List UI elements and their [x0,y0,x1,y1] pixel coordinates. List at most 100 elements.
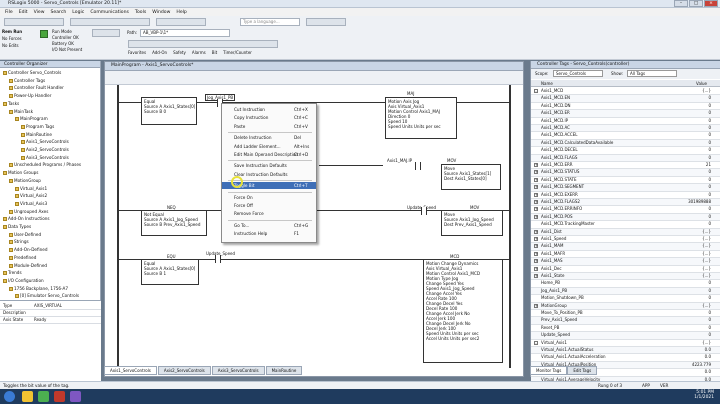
mov-instruction-rung1[interactable]: Move Source Axis1_Jog_Speed Dest Prev_Ax… [441,210,503,236]
context-menu-item[interactable]: Force On [222,194,316,201]
ote-coil[interactable] [421,207,427,215]
expand-icon[interactable]: - [534,340,538,345]
tag-row[interactable]: Axis1_MCD.CalculatedDataAvailable 0 [531,139,720,148]
tag-row[interactable]: + Axis1_MCD.POS 0 [531,213,720,222]
tag-row[interactable]: Move_To_Position_PB 0 [531,310,720,318]
tag-row[interactable]: + MotionGroup {...} [531,302,720,310]
tree-item[interactable]: Add-On Instructions [3,216,50,222]
context-menu-item[interactable]: Edit Main Operand Description Ctrl+D [222,151,316,158]
tag-row[interactable]: + Axis1_MAS {...} [531,258,720,266]
context-menu-item[interactable]: Paste Ctrl+V [222,123,316,130]
tree-item[interactable]: I/O Configuration [3,278,44,284]
tag-row[interactable]: - Virtual_Axis1 {...} [531,340,720,347]
tag-row[interactable]: + Axis1_Dec {...} [531,266,720,273]
maj-ip-contact[interactable] [415,162,421,170]
property-row[interactable]: Description [0,310,101,317]
context-menu-item[interactable]: Cut Instruction Ctrl+X [222,106,316,113]
tag-row[interactable]: Axis1_MCD.AC 0 [531,125,720,133]
controller-buttons[interactable] [92,29,120,37]
tree-item[interactable]: Virtual_Axis1 [15,186,47,192]
tree-item[interactable]: Power-Up Handler [9,93,51,99]
expand-icon[interactable]: + [534,303,538,308]
tree-item[interactable]: Ungrouped Axes [9,209,48,215]
tag-row[interactable]: Axis1_MCD.TrackingMaster 0 [531,221,720,229]
tab-favorites[interactable]: Favorites [128,50,146,55]
expand-icon[interactable]: + [534,192,538,197]
expand-icon[interactable]: + [534,229,538,234]
tab-add-on[interactable]: Add-On [152,50,167,55]
zoom-buttons[interactable] [306,18,346,26]
tab-edit-tags[interactable]: Edit Tags [567,366,598,375]
context-menu-item[interactable]: Remove Force [222,210,316,217]
tree-item[interactable]: MainTask [9,109,33,115]
expand-icon[interactable]: + [534,251,538,256]
language-search-input[interactable]: Type a language... [240,18,300,26]
property-row[interactable]: Axis State Ready [0,317,101,324]
tag-row[interactable]: + Axis1_MCD.SEGMENT 0 [531,184,720,192]
edit-buttons[interactable] [70,18,150,26]
tree-item[interactable]: Controller Servo_Controls [3,70,61,76]
expand-icon[interactable]: + [534,200,538,204]
expand-icon[interactable]: + [534,266,538,271]
tag-row[interactable]: + Axis1_MCD.EXERR 0 [531,192,720,199]
context-menu-item[interactable]: Delete Instruction Del [222,134,316,141]
context-menu-item[interactable]: Instruction Help F1 [222,230,316,237]
tree-item[interactable]: Tasks [3,101,19,107]
expand-icon[interactable]: + [534,274,538,278]
tab-axis3-servo-controls[interactable]: Axis3_ServoControls [211,366,265,375]
context-menu-item[interactable]: Go To... Ctrl+G [222,222,316,229]
tab-timer-counter[interactable]: Timer/Counter [223,50,252,55]
menu-file[interactable]: File [5,10,13,15]
expand-icon[interactable]: + [534,244,538,249]
expand-icon[interactable]: + [534,163,538,167]
tab-axis2-servo-controls[interactable]: Axis2_ServoControls [157,366,211,375]
tag-row[interactable]: Virtual_Axis1.ActualAcceleration 0.0 [531,354,720,362]
menu-help[interactable]: Help [176,10,186,15]
tag-row[interactable]: + Axis1_MCD.ERRINFO 0 [531,206,720,214]
tag-row[interactable]: Axis1_MCD.ER 0 [531,110,720,118]
tag-row[interactable]: Motion_Shutdown_PB 0 [531,295,720,303]
tag-row[interactable]: Home_PB 0 [531,280,720,288]
equ-instruction-rung2[interactable]: Equal Source A Axis1_States[0] Source B … [141,259,199,285]
search-combo[interactable] [156,18,206,26]
instruction-palette[interactable] [128,40,278,48]
menu-window[interactable]: Window [152,10,170,15]
context-menu-item[interactable]: Copy Instruction Ctrl+C [222,114,316,121]
tree-item[interactable]: MainProgram [15,116,48,122]
context-menu-item[interactable]: Force Off [222,202,316,209]
expand-icon[interactable]: - [534,89,538,93]
tree-item[interactable]: MainRoutine [21,132,52,138]
tag-row[interactable]: + Axis1_MCD.FLAGS2 301989888 [531,199,720,207]
tree-item[interactable]: MotionGroup [9,178,41,184]
tree-item[interactable]: User-Defined [9,232,41,238]
tree-item[interactable]: Unscheduled Programs / Phases [9,162,81,168]
menu-view[interactable]: View [34,10,45,15]
tag-row[interactable]: Axis1_MCD.ACCEL 0 [531,132,720,140]
file-buttons[interactable] [4,18,64,26]
tag-row[interactable]: Axis1_MCD.FLAGS 0 [531,154,720,162]
tab-alarms[interactable]: Alarms [192,50,206,55]
expand-icon[interactable]: + [534,214,538,219]
tree-item[interactable]: [0] Emulator Servo_Controls [15,293,79,299]
tag-row[interactable]: Reset_PB 0 [531,325,720,333]
tree-item[interactable]: Predefined [9,255,36,261]
expand-icon[interactable]: + [534,177,538,182]
tab-safety[interactable]: Safety [173,50,186,55]
tree-item[interactable]: Strings [9,239,29,245]
tree-item[interactable]: 1756 Backplane, 1756-A7 [9,286,68,292]
tab-bit[interactable]: Bit [212,50,217,55]
context-menu-item[interactable]: Add Ladder Element... Alt+Ins [222,143,316,150]
tag-row[interactable]: Axis1_MCD.DECEL 0 [531,147,720,155]
menu-communications[interactable]: Communications [90,10,129,15]
tag-row[interactable]: + Axis1_MCD.STATE 0 [531,177,720,185]
tag-row[interactable]: + Axis1_Speed {...} [531,236,720,244]
expand-icon[interactable]: + [534,237,538,241]
tag-row[interactable]: Axis1_MCD.IP 0 [531,118,720,125]
menu-edit[interactable]: Edit [19,10,28,15]
property-row[interactable]: Type AXIS_VIRTUAL [0,303,101,310]
tree-item[interactable]: Virtual_Axis2 [15,193,47,199]
path-dropdown[interactable]: AB_VBP-1\1* [140,29,230,37]
mov-instruction-rung0[interactable]: Move Source Axis1_States[1] Dest Axis1_S… [441,164,501,190]
tab-main-routine[interactable]: MainRoutine [265,366,303,375]
tag-row[interactable]: + Axis1_Dist {...} [531,228,720,236]
